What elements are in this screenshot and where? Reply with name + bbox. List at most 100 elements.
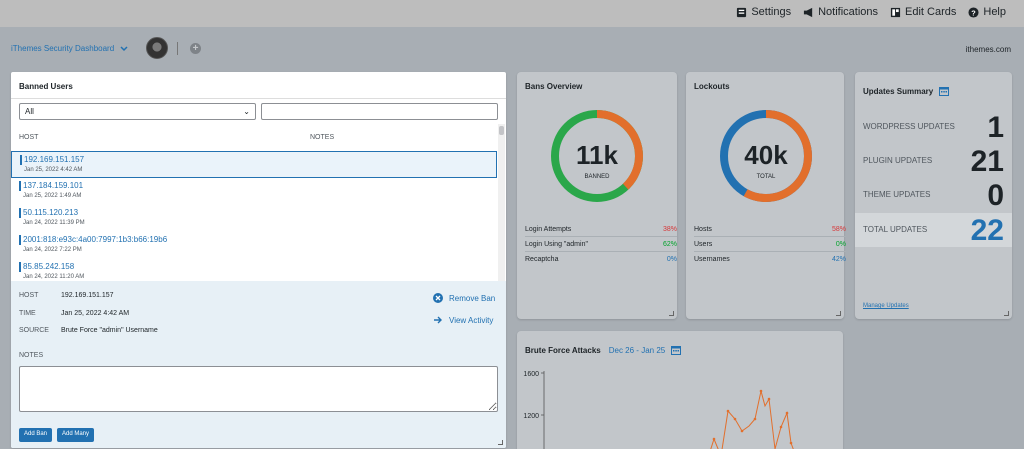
stat-value: 38% bbox=[662, 225, 677, 233]
row-date: Jan 24, 2022 11:39 PM bbox=[23, 220, 85, 226]
data-point bbox=[789, 441, 793, 445]
view-activity-button[interactable]: View Activity bbox=[433, 315, 493, 325]
data-point bbox=[712, 437, 716, 441]
brute-force-chart: 1600 1200 bbox=[523, 371, 794, 449]
settings-icon bbox=[737, 7, 747, 17]
data-point bbox=[759, 389, 763, 393]
remove-ban-button[interactable]: Remove Ban bbox=[433, 293, 495, 303]
resize-handle[interactable] bbox=[498, 440, 503, 445]
dashboard-switcher[interactable]: iThemes Security Dashboard bbox=[11, 44, 128, 53]
y-tick-label: 1600 bbox=[523, 371, 539, 378]
manage-updates-link[interactable]: Manage Updates bbox=[863, 303, 909, 309]
detail-time-value: Jan 25, 2022 4:42 AM bbox=[61, 310, 130, 317]
notifications-button[interactable]: Notifications bbox=[803, 6, 878, 18]
brute-force-card: Brute Force Attacks Dec 26 - Jan 25 1600… bbox=[517, 331, 843, 449]
stat-value: 62% bbox=[662, 240, 677, 248]
help-icon: ? bbox=[968, 6, 979, 18]
list-item[interactable]: 85.85.242.158 Jan 24, 2022 11:20 AM bbox=[11, 259, 497, 281]
stat-value: 42% bbox=[831, 256, 846, 263]
list-item[interactable]: 192.169.151.157 Jan 25, 2022 4:42 AM bbox=[11, 151, 497, 178]
row-marker bbox=[19, 235, 21, 245]
stat-row: Usernames 42% bbox=[694, 252, 846, 267]
scrollbar[interactable] bbox=[498, 124, 505, 281]
y-tick-label: 1200 bbox=[523, 413, 539, 420]
stat-row: Recaptcha 0% bbox=[525, 252, 677, 267]
column-header-notes: NOTES bbox=[310, 134, 335, 141]
stat-value: 0% bbox=[835, 240, 846, 248]
ban-detail-panel: HOST 192.169.151.157 TIME Jan 25, 2022 4… bbox=[11, 281, 506, 448]
stat-label: Usernames bbox=[694, 256, 730, 263]
arrow-right-icon bbox=[434, 316, 442, 324]
banned-list: 192.169.151.157 Jan 25, 2022 4:42 AM 137… bbox=[11, 151, 497, 281]
calendar-icon[interactable] bbox=[939, 86, 950, 96]
row-host: 85.85.242.158 bbox=[23, 262, 75, 271]
notifications-label: Notifications bbox=[818, 6, 879, 18]
updates-summary-card: Updates Summary WORDPRESS UPDATES 1 PLUG… bbox=[855, 72, 1012, 319]
search-input[interactable] bbox=[261, 103, 498, 120]
bans-caption: BANNED bbox=[584, 174, 610, 180]
update-count: 0 bbox=[987, 179, 1004, 212]
detail-time-label: TIME bbox=[19, 310, 36, 317]
add-many-button[interactable]: Add Many bbox=[57, 428, 95, 442]
add-user-icon[interactable]: + bbox=[190, 43, 201, 54]
help-button[interactable]: ? Help bbox=[968, 6, 1006, 18]
filter-select[interactable]: All ⌄ bbox=[19, 103, 256, 120]
edit-cards-button[interactable]: Edit Cards bbox=[890, 6, 956, 18]
scrollbar-thumb[interactable] bbox=[499, 126, 504, 135]
detail-source-value: Brute Force "admin" Username bbox=[61, 327, 158, 334]
update-count: 21 bbox=[970, 145, 1004, 178]
dashboard-title: iThemes Security Dashboard bbox=[11, 44, 115, 53]
row-marker bbox=[19, 208, 21, 218]
wordpress-updates-row: WORDPRESS UPDATES 1 bbox=[855, 110, 1012, 144]
stat-label: Login Using "admin" bbox=[525, 240, 588, 248]
row-marker bbox=[19, 181, 21, 191]
column-header-host: HOST bbox=[19, 134, 39, 141]
list-item[interactable]: 137.184.159.101 Jan 25, 2022 1:49 AM bbox=[11, 178, 497, 205]
site-name: ithemes.com bbox=[965, 45, 1011, 54]
stat-row: Hosts 58% bbox=[694, 222, 846, 237]
settings-button[interactable]: Settings bbox=[736, 6, 791, 18]
update-count: 1 bbox=[987, 111, 1004, 144]
data-point bbox=[785, 411, 789, 415]
settings-label: Settings bbox=[751, 6, 792, 18]
row-host: 192.169.151.157 bbox=[24, 155, 85, 164]
data-point bbox=[733, 417, 737, 421]
updates-title-row: Updates Summary bbox=[863, 86, 950, 96]
list-item[interactable]: 2001:818:e93c:4a00:7997:1b3:b66:19b6 Jan… bbox=[11, 232, 497, 259]
resize-handle[interactable] bbox=[836, 311, 841, 316]
row-date: Jan 25, 2022 1:49 AM bbox=[23, 193, 82, 199]
close-circle-icon bbox=[433, 293, 443, 303]
theme-updates-row: THEME UPDATES 0 bbox=[855, 178, 1012, 212]
data-point bbox=[726, 409, 730, 413]
notes-textarea[interactable] bbox=[19, 366, 498, 412]
update-label: PLUGIN UPDATES bbox=[863, 156, 933, 165]
row-date: Jan 24, 2022 11:20 AM bbox=[23, 274, 85, 280]
list-item[interactable]: 50.115.120.213 Jan 24, 2022 11:39 PM bbox=[11, 205, 497, 232]
banned-users-card: Banned Users All ⌄ HOST NOTES 192.169.15… bbox=[11, 72, 506, 448]
updates-title: Updates Summary bbox=[863, 86, 934, 96]
resize-handle[interactable] bbox=[1004, 311, 1009, 316]
update-count: 22 bbox=[970, 214, 1004, 247]
chevron-down-icon bbox=[120, 45, 128, 51]
edit-cards-icon bbox=[890, 7, 901, 17]
avatar[interactable] bbox=[146, 37, 168, 59]
stat-value: 58% bbox=[831, 225, 846, 233]
top-menu: Settings Notifications Edit Cards ? Help bbox=[736, 6, 1006, 18]
stat-row: Users 0% bbox=[694, 237, 846, 252]
row-host: 2001:818:e93c:4a00:7997:1b3:b66:19b6 bbox=[23, 235, 168, 244]
add-ban-button[interactable]: Add Ban bbox=[19, 428, 53, 442]
lockouts-donut-chart: 40k TOTAL bbox=[720, 110, 812, 202]
bans-overview-card: Bans Overview 11k BANNED Login Attempts 3… bbox=[517, 72, 677, 319]
row-marker bbox=[20, 155, 22, 165]
data-point bbox=[779, 425, 783, 429]
svg-text:?: ? bbox=[972, 8, 977, 17]
row-marker bbox=[19, 262, 21, 272]
update-label: WORDPRESS UPDATES bbox=[863, 122, 955, 131]
stat-label: Hosts bbox=[694, 225, 712, 233]
resize-handle[interactable] bbox=[669, 311, 674, 316]
remove-ban-label: Remove Ban bbox=[449, 293, 496, 303]
dashboard-header: iThemes Security Dashboard + ithemes.com bbox=[0, 27, 1024, 72]
lockouts-title: Lockouts bbox=[694, 82, 730, 91]
top-bar: Settings Notifications Edit Cards ? Help bbox=[0, 0, 1024, 27]
notes-label: NOTES bbox=[19, 352, 44, 359]
